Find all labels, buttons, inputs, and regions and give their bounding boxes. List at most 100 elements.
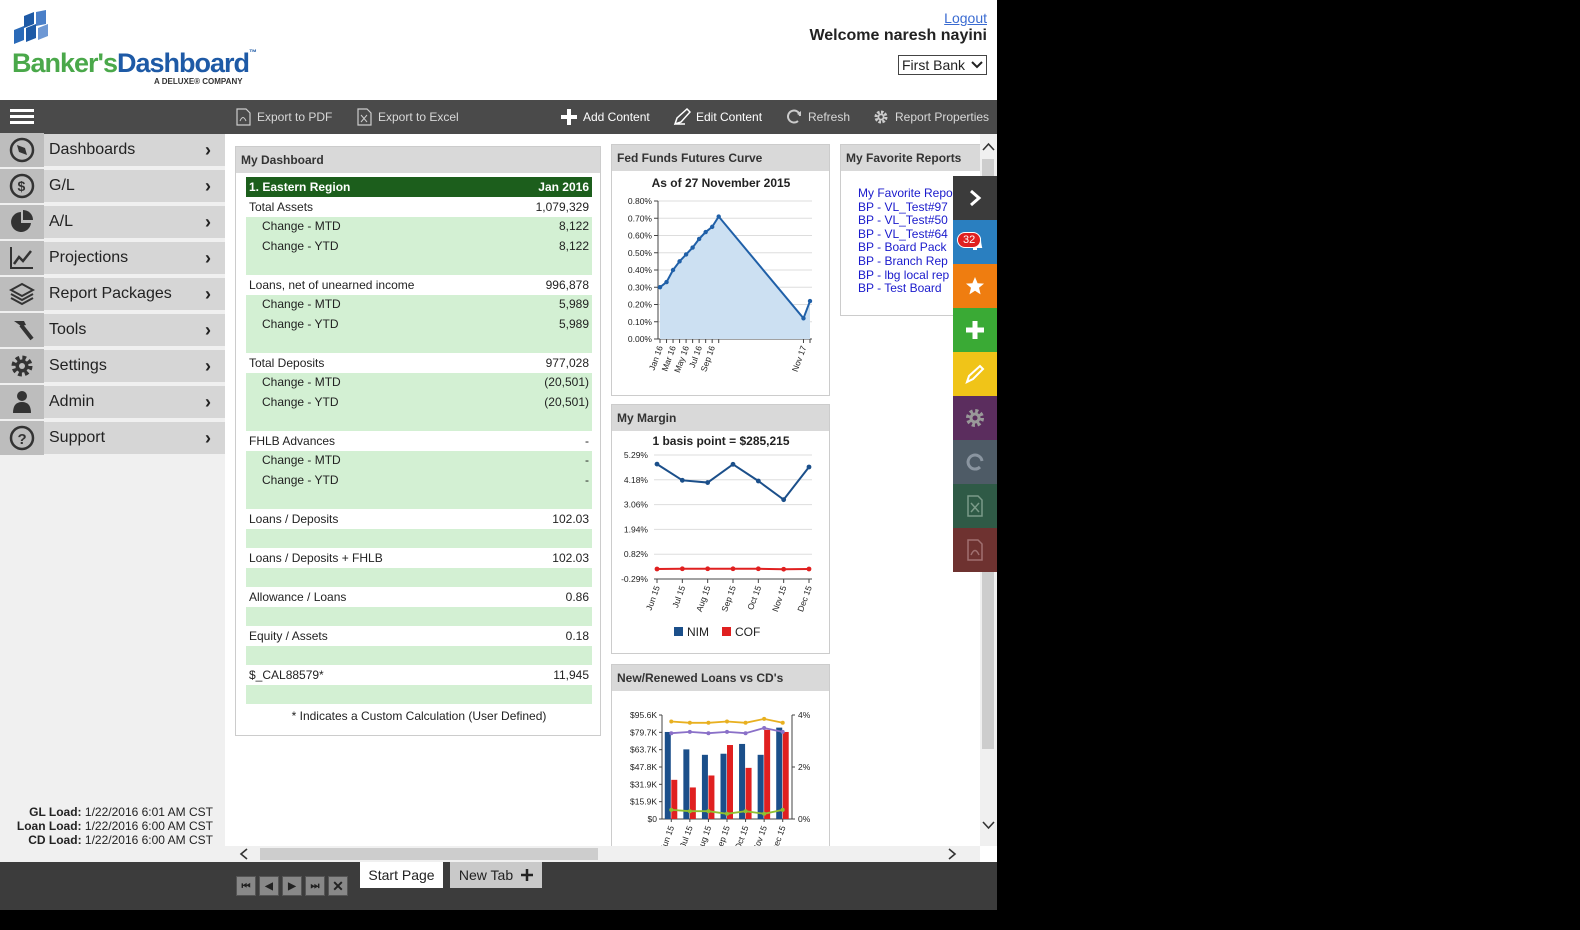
row-value: 0.18: [565, 628, 589, 643]
refresh-quick-button[interactable]: [953, 440, 997, 484]
sidebar-item-label: G/L: [49, 177, 75, 194]
scrollbar-thumb[interactable]: [260, 848, 598, 860]
bank-select[interactable]: First Bank: [898, 55, 987, 75]
hamburger-menu-icon[interactable]: [10, 109, 34, 125]
settings-quick-button[interactable]: [953, 396, 997, 440]
table-spacer-row: [246, 567, 592, 587]
edit-quick-button[interactable]: [953, 352, 997, 396]
sidebar-item-support[interactable]: ? Support ›: [0, 421, 225, 456]
logo-word-bankers: Banker's: [12, 48, 118, 78]
series-line: [656, 463, 810, 502]
table-row: Change - MTD 8,122: [246, 216, 592, 236]
excel-file-icon: [357, 108, 372, 126]
legend-label: COF: [735, 625, 760, 639]
data-point: [725, 811, 729, 816]
edit-pen-icon: [673, 108, 691, 126]
sidebar-item-label: Support: [49, 429, 106, 446]
previous-tab-icon[interactable]: ◀: [259, 876, 279, 896]
svg-text:?: ?: [18, 431, 27, 448]
gl-load-value: 1/22/2016 6:01 AM CST: [84, 805, 213, 819]
table-row: $_CAL88579* 11,945: [246, 665, 592, 685]
data-point: [762, 716, 767, 721]
favorites-button[interactable]: [953, 264, 997, 308]
table-row: Change - YTD 8,122: [246, 236, 592, 256]
add-content-label: Add Content: [583, 110, 650, 124]
refresh-button[interactable]: Refresh: [785, 108, 850, 126]
bar: [776, 727, 783, 819]
chevron-up-icon[interactable]: [980, 140, 997, 154]
sidebar-item-tools[interactable]: Tools ›: [0, 313, 225, 348]
x-tick-label: Aug 15: [694, 584, 713, 613]
bankers-dashboard-logo[interactable]: Banker'sDashboard™ A DELUXE® COMPANY: [12, 10, 272, 90]
chevron-right-icon: [970, 189, 982, 207]
tab-start-page[interactable]: Start Page: [360, 862, 443, 888]
first-tab-icon[interactable]: ⏮: [236, 876, 256, 896]
y-tick-label: -0.29%: [621, 574, 648, 584]
y-tick-label: 0.82%: [624, 549, 649, 559]
panel-title[interactable]: New/Renewed Loans vs CD's: [612, 665, 829, 691]
x-tick-label: Jul 15: [670, 584, 687, 609]
line-chart-icon: [0, 241, 44, 275]
bar: [720, 753, 727, 819]
row-label: Change - YTD: [262, 394, 339, 409]
refresh-icon: [966, 453, 984, 471]
bar: [664, 731, 671, 819]
export-excel-button[interactable]: Export to Excel: [355, 108, 459, 126]
sidebar-item-settings[interactable]: Settings ›: [0, 349, 225, 384]
table-row: Loans / Deposits 102.03: [246, 509, 592, 529]
tab-new-tab[interactable]: New Tab: [450, 862, 542, 888]
data-point: [654, 566, 660, 572]
panel-title[interactable]: My Dashboard: [236, 147, 600, 173]
y-tick-label: $47.8K: [630, 762, 657, 772]
y-tick-label: $15.9K: [630, 797, 657, 807]
data-point: [730, 461, 736, 467]
pie-icon: [0, 205, 44, 239]
layers-icon: [0, 277, 44, 311]
chevron-left-icon[interactable]: [237, 846, 251, 862]
data-point: [696, 236, 702, 242]
sidebar-item-dashboards[interactable]: Dashboards ›: [0, 133, 225, 168]
row-value: 1,079,329: [535, 199, 589, 214]
chevron-down-icon[interactable]: [980, 818, 997, 832]
next-tab-icon[interactable]: ▶: [282, 876, 302, 896]
last-tab-icon[interactable]: ⏭: [305, 876, 325, 896]
panel-title[interactable]: Fed Funds Futures Curve: [612, 145, 829, 171]
help-icon: ?: [0, 421, 44, 455]
chevron-right-icon[interactable]: [945, 846, 959, 862]
row-label: $_CAL88579*: [249, 667, 324, 682]
export-pdf-quick-button[interactable]: [953, 528, 997, 572]
sidebar-item-admin[interactable]: Admin ›: [0, 385, 225, 420]
report-properties-button[interactable]: Report Properties: [872, 108, 989, 126]
table-row: Change - YTD (20,501): [246, 392, 592, 412]
table-row: Total Deposits 977,028: [246, 353, 592, 373]
export-excel-quick-button[interactable]: [953, 484, 997, 528]
export-pdf-button[interactable]: Export to PDF: [234, 108, 332, 126]
data-point: [743, 720, 748, 725]
notifications-button[interactable]: 32: [953, 220, 997, 264]
add-content-quick-button[interactable]: [953, 308, 997, 352]
edit-content-button[interactable]: Edit Content: [673, 108, 762, 126]
sidebar-item-al[interactable]: A/L ›: [0, 205, 225, 240]
chevron-right-icon: ›: [205, 247, 211, 268]
data-point: [679, 566, 685, 572]
table-spacer-row: [246, 684, 592, 704]
logout-link[interactable]: Logout: [944, 10, 987, 26]
collapse-toggle-button[interactable]: [953, 176, 997, 220]
star-icon: [966, 277, 984, 295]
sidebar-item-gl[interactable]: $ G/L ›: [0, 169, 225, 204]
panel-title[interactable]: My Margin: [612, 405, 829, 431]
x-tick-label: Nov 15: [750, 824, 769, 846]
add-content-button[interactable]: Add Content: [560, 108, 650, 126]
gear-icon: [874, 110, 888, 124]
legend-swatch: [674, 627, 683, 636]
panel-title[interactable]: My Favorite Reports: [841, 145, 980, 171]
sidebar-item-label: Admin: [49, 393, 95, 410]
close-tab-icon[interactable]: ✕: [328, 876, 348, 896]
region-label: 1. Eastern Region: [249, 180, 351, 194]
table-spacer-row: [246, 255, 592, 275]
data-point: [716, 214, 721, 219]
horizontal-scrollbar[interactable]: [225, 846, 980, 862]
row-value: 5,989: [558, 316, 589, 331]
sidebar-item-report-packages[interactable]: Report Packages ›: [0, 277, 225, 312]
sidebar-item-projections[interactable]: Projections ›: [0, 241, 225, 276]
